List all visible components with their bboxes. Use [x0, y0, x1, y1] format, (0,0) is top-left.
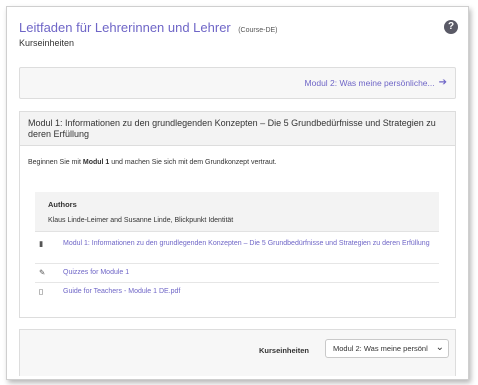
resource-row: ▯ Guide for Teachers - Module 1 DE.pdf [35, 283, 439, 303]
unit-selector-bar: Kurseinheiten Modul 2: Was meine persönl… [19, 329, 456, 376]
arrow-right-icon: ➔ [438, 77, 447, 88]
quiz-icon: ✎ [39, 268, 46, 277]
authors-label: Authors [48, 200, 77, 209]
page-subtitle: Kurseinheiten [19, 38, 75, 48]
resource-row: ✎ Quizzes for Module 1 [35, 264, 439, 283]
module-nav-bar: Modul 2: Was meine persönliche... ➔ [19, 67, 456, 99]
title-row: Leitfaden für Lehrerinnen und Lehrer (Co… [19, 19, 458, 37]
next-module-label: Modul 2: Was meine persönliche... [304, 77, 435, 88]
resource-link-quizzes[interactable]: Quizzes for Module 1 [63, 268, 433, 278]
resource-link-module1[interactable]: Modul 1: Informationen zu den grundlegen… [63, 239, 433, 249]
authors-value: Klaus Linde-Leimer and Susanne Linde, Bl… [48, 217, 234, 224]
course-code: (Course-DE) [238, 27, 278, 34]
chevron-down-icon: ⌄ [435, 342, 444, 353]
page-frame: Leitfaden für Lehrerinnen und Lehrer (Co… [6, 6, 469, 380]
module-title: Modul 1: Informationen zu den grundlegen… [20, 112, 455, 146]
file-icon: ▯ [39, 287, 44, 296]
unit-select-label: Kurseinheiten [259, 346, 310, 355]
intro-text-end: und machen Sie sich mit dem Grundkonzept… [109, 159, 277, 166]
intro-text-start: Beginnen Sie mit [28, 159, 83, 166]
resource-row: ▮ Modul 1: Informationen zu den grundleg… [35, 235, 439, 264]
intro-text-bold: Modul 1 [82, 159, 110, 166]
course-title[interactable]: Leitfaden für Lehrerinnen und Lehrer [19, 20, 231, 35]
book-icon: ▮ [39, 239, 44, 248]
module-intro: Beginnen Sie mit Modul 1 und machen Sie … [28, 159, 277, 166]
help-icon[interactable]: ? [444, 20, 458, 34]
unit-select[interactable]: Modul 2: Was meine persönli ⌄ [325, 339, 449, 358]
resource-link-guide-pdf[interactable]: Guide for Teachers - Module 1 DE.pdf [63, 287, 433, 297]
module-card: Modul 1: Informationen zu den grundlegen… [19, 111, 456, 318]
next-module-link[interactable]: Modul 2: Was meine persönliche... ➔ [305, 77, 447, 88]
unit-select-value: Modul 2: Was meine persönli [333, 344, 428, 353]
authors-box: Authors Klaus Linde-Leimer and Susanne L… [35, 192, 439, 232]
